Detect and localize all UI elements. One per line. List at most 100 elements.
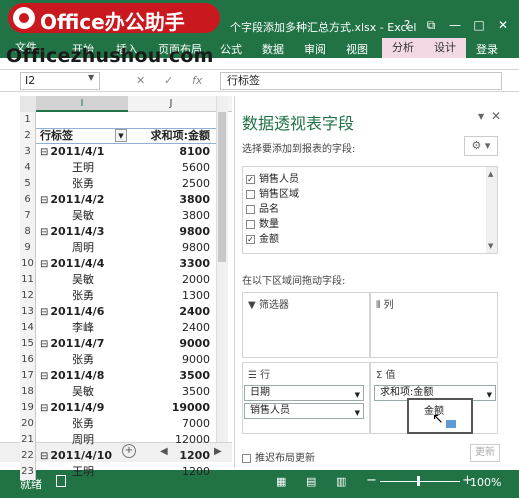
chevron-down-icon[interactable]: ▼ xyxy=(88,73,94,82)
row-label-cell[interactable]: 吴敏 xyxy=(72,208,94,224)
zoom-level[interactable]: 100% xyxy=(470,476,501,489)
scroll-up-icon[interactable]: ▲ xyxy=(488,170,493,178)
defer-checkbox[interactable] xyxy=(242,453,251,463)
amount-cell[interactable]: 2400 xyxy=(182,320,210,336)
row-label-cell[interactable]: 周明 xyxy=(72,432,94,448)
person-row[interactable]: 5 张勇 2500 xyxy=(20,176,216,192)
chevron-down-icon[interactable]: ▼ xyxy=(355,406,360,420)
tab-view[interactable]: 视图 xyxy=(346,41,368,57)
normal-view-icon[interactable]: ▦ xyxy=(276,475,286,488)
amount-cell[interactable]: 9000 xyxy=(179,336,210,352)
column-header-i[interactable]: I xyxy=(36,96,128,112)
amount-cell[interactable]: 1300 xyxy=(182,288,210,304)
row-label-cell[interactable]: 2011/4/8 xyxy=(40,368,104,385)
date-group-row[interactable]: 152011/4/7 9000 xyxy=(20,336,216,352)
person-row[interactable]: 9 周明 9800 xyxy=(20,240,216,256)
row-number[interactable]: 3 xyxy=(20,144,36,160)
row-number[interactable]: 8 xyxy=(20,224,36,240)
row-field-salesperson[interactable]: 销售人员 ▼ xyxy=(244,403,364,419)
zoom-slider[interactable] xyxy=(380,481,460,482)
row-number[interactable]: 2 xyxy=(20,128,36,144)
amount-cell[interactable]: 2400 xyxy=(179,304,210,320)
row-label-cell[interactable]: 2011/4/1 xyxy=(40,144,104,161)
row-number[interactable]: 20 xyxy=(20,416,36,432)
row-number[interactable]: 23 xyxy=(20,464,36,480)
date-group-row[interactable]: 82011/4/3 9800 xyxy=(20,224,216,240)
tab-review[interactable]: 审阅 xyxy=(304,41,326,57)
row-label-cell[interactable]: 张勇 xyxy=(72,288,94,304)
tab-formulas[interactable]: 公式 xyxy=(220,41,242,57)
scroll-down-icon[interactable]: ▼ xyxy=(488,242,493,250)
date-group-row[interactable]: 62011/4/2 3800 xyxy=(20,192,216,208)
row-number[interactable]: 9 xyxy=(20,240,36,256)
insert-function-icon[interactable]: fx xyxy=(192,74,202,87)
field-list-scrollbar[interactable] xyxy=(486,167,497,253)
row-number[interactable]: 18 xyxy=(20,384,36,400)
field-item[interactable]: 销售区域 xyxy=(246,185,299,200)
row-label-cell[interactable]: 吴敏 xyxy=(72,272,94,288)
row-number[interactable]: 21 xyxy=(20,432,36,448)
tab-design[interactable]: 设计 xyxy=(424,38,466,58)
person-row[interactable]: 4 王明 5600 xyxy=(20,160,216,176)
filter-dropdown-icon[interactable]: ▼ xyxy=(115,129,127,142)
field-item[interactable]: ✓ 销售人员 xyxy=(246,170,299,185)
defer-layout-update[interactable]: 推迟布局更新 xyxy=(242,449,315,464)
person-row[interactable]: 23 王明 1200 xyxy=(20,464,216,480)
row-labels-header[interactable]: 行标签 xyxy=(40,128,73,144)
person-row[interactable]: 20 张勇 7000 xyxy=(20,416,216,432)
person-row[interactable]: 12 张勇 1300 xyxy=(20,288,216,304)
formula-input[interactable]: 行标签 xyxy=(220,72,502,90)
row-label-cell[interactable]: 2011/4/9 xyxy=(40,400,104,417)
ribbon-display-icon[interactable]: ⧉ xyxy=(422,18,440,33)
person-row[interactable]: 11 吴敏 2000 xyxy=(20,272,216,288)
row-number[interactable]: 13 xyxy=(20,304,36,320)
amount-cell[interactable]: 1200 xyxy=(182,464,210,480)
login-link[interactable]: 登录 xyxy=(476,41,498,57)
row-label-cell[interactable]: 吴敏 xyxy=(72,384,94,400)
amount-cell[interactable]: 2500 xyxy=(182,176,210,192)
zoom-slider-thumb[interactable] xyxy=(417,476,420,486)
person-row[interactable]: 18 吴敏 3500 xyxy=(20,384,216,400)
field-checkbox[interactable] xyxy=(246,204,255,214)
row-number[interactable]: 12 xyxy=(20,288,36,304)
pane-options-icon[interactable]: ▼ xyxy=(478,112,484,121)
row-number[interactable]: 1 xyxy=(20,112,36,128)
amount-cell[interactable]: 8100 xyxy=(179,144,210,160)
row-number[interactable]: 6 xyxy=(20,192,36,208)
amount-cell[interactable]: 12000 xyxy=(175,432,210,448)
amount-cell[interactable]: 19000 xyxy=(172,400,210,416)
pane-close-icon[interactable]: ✕ xyxy=(491,109,501,123)
field-checkbox[interactable] xyxy=(246,189,255,199)
amount-cell[interactable]: 9800 xyxy=(179,224,210,240)
row-label-cell[interactable]: 2011/4/4 xyxy=(40,256,104,273)
row-field-date[interactable]: 日期 ▼ xyxy=(244,385,364,401)
row-number[interactable]: 7 xyxy=(20,208,36,224)
row-label-cell[interactable]: 张勇 xyxy=(72,176,94,192)
row-label-cell[interactable]: 2011/4/7 xyxy=(40,336,104,353)
row-number[interactable]: 22 xyxy=(20,448,36,464)
date-group-row[interactable]: 192011/4/9 19000 xyxy=(20,400,216,416)
cancel-icon[interactable]: ✕ xyxy=(136,74,145,87)
zoom-out-icon[interactable]: − xyxy=(366,473,377,488)
date-group-row[interactable]: 222011/4/10 1200 xyxy=(20,448,216,464)
row-label-cell[interactable]: 王明 xyxy=(72,160,94,176)
field-checkbox[interactable]: ✓ xyxy=(246,174,255,184)
amount-cell[interactable]: 3500 xyxy=(182,384,210,400)
table-row[interactable] xyxy=(20,480,216,484)
row-label-cell[interactable]: 张勇 xyxy=(72,416,94,432)
amount-cell[interactable]: 3800 xyxy=(182,208,210,224)
row-label-cell[interactable]: 周明 xyxy=(72,240,94,256)
row-label-cell[interactable]: 李峰 xyxy=(72,320,94,336)
row-label-cell[interactable]: 2011/4/2 xyxy=(40,192,104,209)
chevron-down-icon[interactable]: ▼ xyxy=(355,388,360,402)
person-row[interactable]: 16 张勇 9000 xyxy=(20,352,216,368)
row-number[interactable]: 10 xyxy=(20,256,36,272)
gear-icon[interactable]: ⚙ ▾ xyxy=(464,136,498,156)
row-number[interactable]: 15 xyxy=(20,336,36,352)
amount-cell[interactable]: 2000 xyxy=(182,272,210,288)
person-row[interactable]: 7 吴敏 3800 xyxy=(20,208,216,224)
page-break-view-icon[interactable]: ▥ xyxy=(336,475,346,488)
row-number[interactable]: 16 xyxy=(20,352,36,368)
row-label-cell[interactable]: 张勇 xyxy=(72,352,94,368)
row-number[interactable]: 11 xyxy=(20,272,36,288)
